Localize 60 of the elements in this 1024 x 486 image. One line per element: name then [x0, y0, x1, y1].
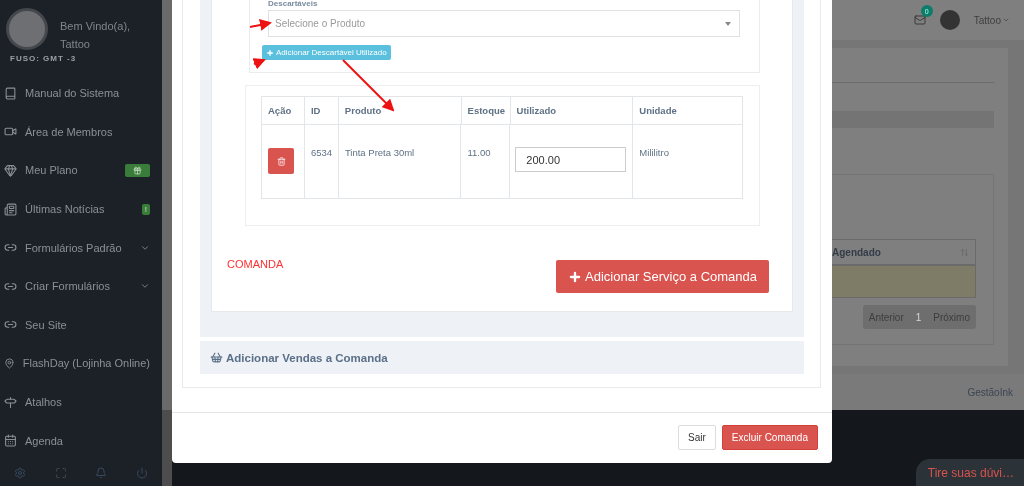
avatar [939, 10, 960, 30]
gift-badge [125, 164, 150, 177]
welcome-text: Bem Vindo(a), [60, 20, 131, 32]
table-cell: Mililitro [632, 125, 742, 198]
table-header: ID [303, 97, 338, 124]
sidebar-item[interactable]: Criar Formulários [0, 266, 162, 306]
book-icon [4, 86, 17, 100]
sidebar-item[interactable]: FlashDay (Lojinha Online) [0, 344, 162, 383]
plus-icon [266, 48, 274, 57]
table-cell: 6534 [303, 125, 338, 198]
plus-icon [568, 269, 582, 284]
table-header: Produto [337, 97, 461, 124]
sidebar-item[interactable]: Últimas Notícias ! [0, 189, 162, 229]
annotation-text: COMANDA [227, 258, 284, 270]
sidebar-item[interactable]: Manual do Sistema [0, 74, 162, 113]
calendar-icon [4, 434, 17, 448]
annotation-arrow [249, 19, 272, 31]
annotation-arrow [252, 58, 266, 70]
exit-button[interactable]: Sair [678, 424, 716, 450]
signpost-icon [4, 395, 17, 409]
product-select[interactable]: Selecione o Produto [268, 10, 740, 37]
delete-button[interactable] [268, 148, 294, 174]
basket-icon [210, 351, 223, 364]
table-header: Ação [267, 104, 293, 118]
map-pin-icon [4, 356, 15, 370]
user-name: Tattoo [60, 38, 91, 50]
chat-button[interactable]: Tire suas dúvi… [915, 459, 1024, 486]
table-header: Utilizado [509, 97, 633, 124]
trash-icon [276, 156, 286, 166]
chevron-down-icon [1002, 16, 1010, 24]
page-link[interactable]: 1 [915, 311, 922, 323]
sidebar-item[interactable]: Atalhos [0, 382, 162, 422]
table-cell: Tinta Preta 30ml [337, 125, 461, 198]
fullscreen-icon[interactable] [54, 467, 67, 479]
footer-text: GestãoInk [967, 386, 1013, 398]
table-header: Estoque [460, 97, 510, 124]
newspaper-icon [4, 202, 17, 216]
add-service-button[interactable]: Adicionar Serviço a Comanda [556, 260, 769, 293]
logo-circle [6, 8, 48, 50]
table-header: Unidade [632, 97, 742, 124]
sales-section-header[interactable]: Adicionar Vendas a Comanda [200, 341, 804, 374]
diamond-icon [4, 164, 17, 177]
bell-icon[interactable] [95, 467, 108, 479]
sidebar-item[interactable]: Seu Site [0, 305, 162, 345]
quantity-input[interactable]: 200.00 [515, 147, 627, 172]
sidebar-item[interactable]: Agenda [0, 421, 162, 460]
delete-order-button[interactable]: Excluir Comanda [721, 424, 818, 450]
sidebar-item[interactable]: Formulários Padrão [0, 228, 162, 267]
section-title: Descartáveis [268, 0, 319, 10]
mail-icon[interactable] [913, 14, 926, 26]
sidebar-item[interactable]: Meu Plano [0, 151, 162, 190]
table-cell: 11.00 [460, 125, 510, 198]
annotation-arrow [342, 59, 395, 112]
settings-icon[interactable] [14, 467, 27, 479]
alert-badge: ! [141, 203, 150, 215]
user-menu[interactable]: Tattoo [973, 14, 1010, 26]
scrollbar-thumb[interactable] [162, 0, 172, 410]
sidebar-item[interactable]: Área de Membros [0, 112, 162, 152]
power-icon[interactable] [135, 467, 148, 479]
timezone-label: FUSO: GMT -3 [10, 54, 78, 63]
